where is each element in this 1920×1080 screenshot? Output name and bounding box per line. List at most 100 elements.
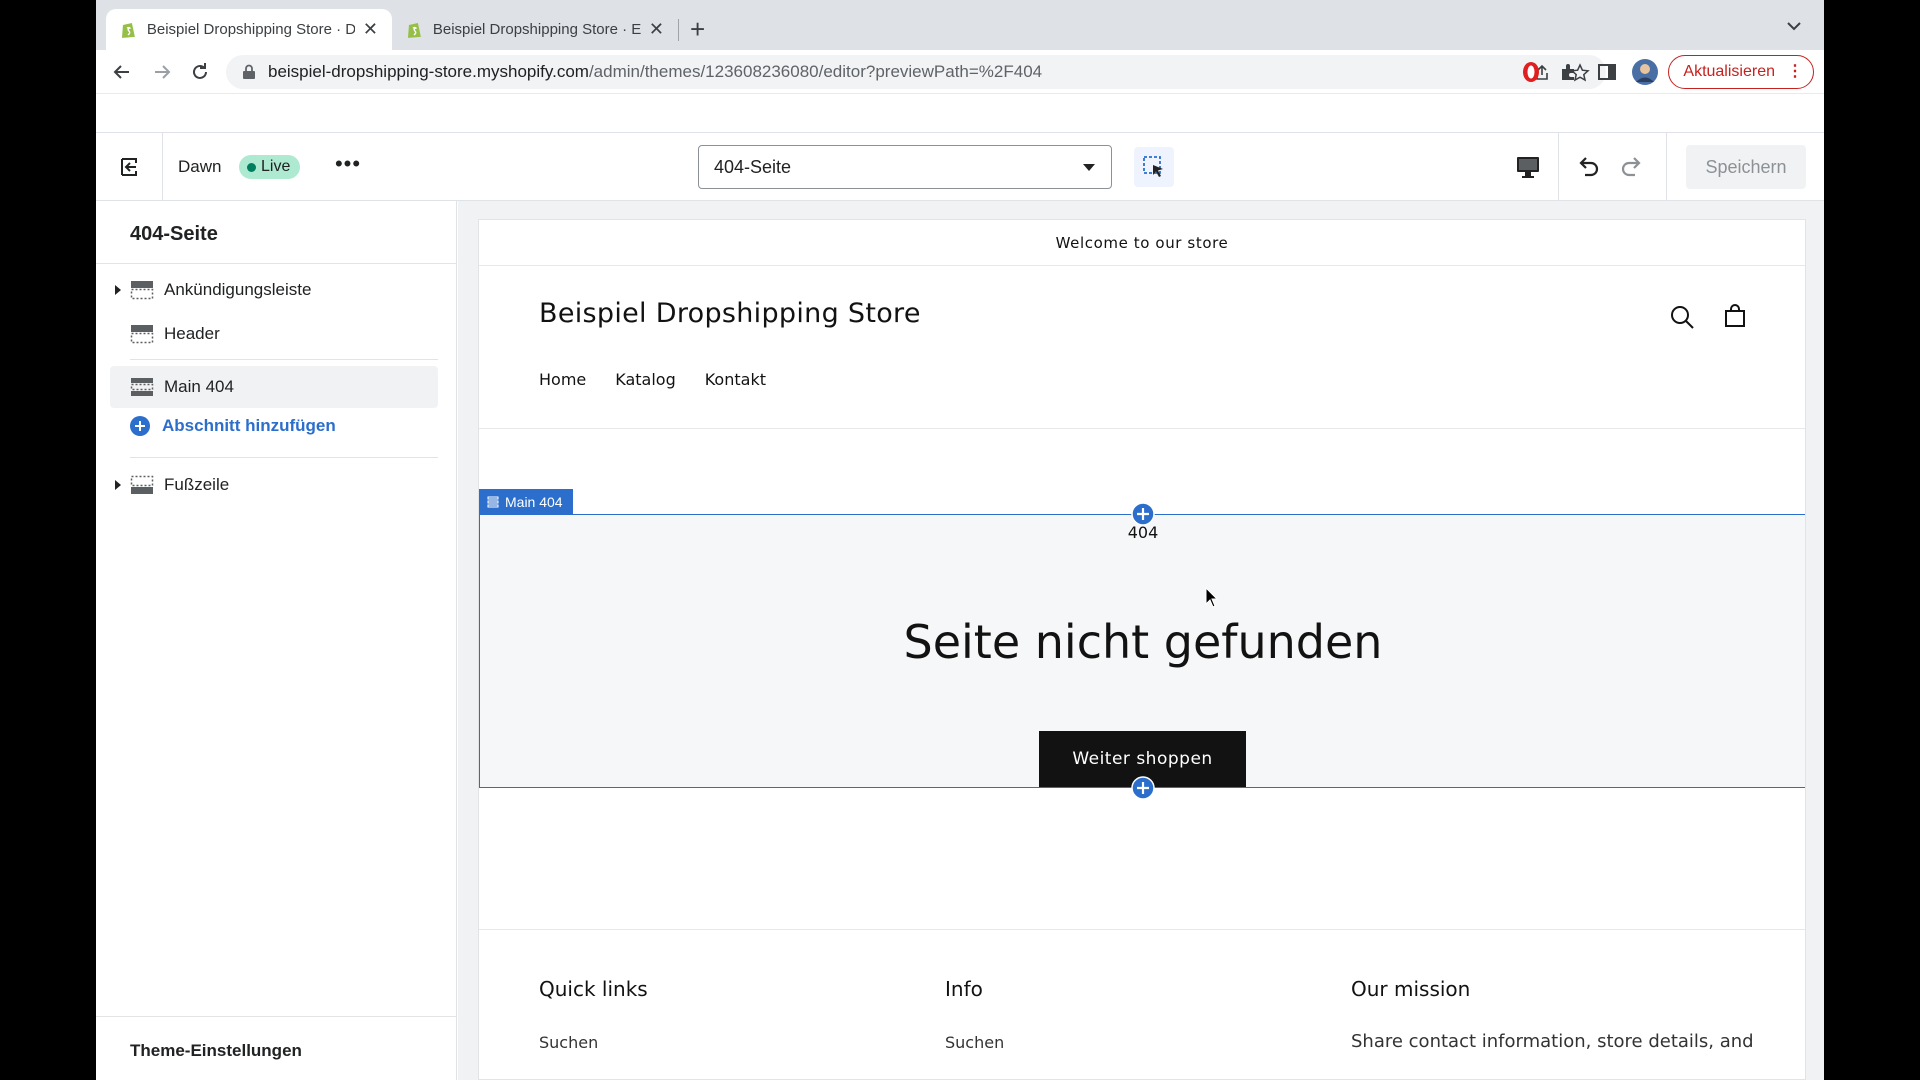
desktop-preview-icon[interactable] (1514, 153, 1542, 181)
tab-title: Beispiel Dropshipping Store · D (146, 21, 355, 38)
browser-tab[interactable]: Beispiel Dropshipping Store · E ✕ (392, 9, 678, 50)
more-actions-button[interactable]: ••• (332, 151, 364, 183)
section-item-header[interactable]: Header (110, 313, 438, 355)
group-divider (130, 359, 438, 360)
plus-circle-icon (130, 416, 150, 436)
browser-tab-active[interactable]: Beispiel Dropshipping Store · D ✕ (106, 9, 392, 50)
footer-divider (479, 929, 1805, 930)
forward-icon[interactable] (150, 60, 174, 84)
tab-separator (678, 19, 679, 41)
add-section-below-icon[interactable] (1131, 776, 1155, 800)
side-panel-icon[interactable] (1596, 61, 1618, 83)
theme-editor-topbar: Dawn Live ••• 404-Seite Speichern (96, 133, 1824, 201)
footer-mission-text: Share contact information, store details… (1351, 1031, 1754, 1052)
section-label: Main 404 (164, 377, 234, 396)
url-path: /admin/themes/123608236080/editor?previe… (588, 62, 1043, 81)
browser-toolbar: beispiel-dropshipping-store.myshopify.co… (96, 50, 1824, 94)
exit-editor-button[interactable] (96, 133, 163, 200)
footer-heading-mission: Our mission (1351, 977, 1471, 1001)
section-label-tag[interactable]: Main 404 (479, 489, 573, 515)
live-label: Live (261, 158, 291, 175)
sidebar-divider (96, 263, 457, 264)
update-button[interactable]: Aktualisieren ⋮ (1668, 55, 1814, 89)
nav-link-contact[interactable]: Kontakt (705, 370, 766, 389)
expand-arrow-icon[interactable] (110, 282, 126, 298)
profile-avatar[interactable] (1632, 59, 1658, 85)
section-item-main-404[interactable]: Main 404 (110, 366, 438, 408)
back-icon[interactable] (110, 60, 134, 84)
undo-icon[interactable] (1574, 153, 1602, 181)
arrow-spacer (110, 326, 126, 342)
tab-close-icon[interactable]: ✕ (649, 19, 664, 40)
redo-icon[interactable] (1618, 153, 1646, 181)
chevron-down-icon[interactable] (1784, 16, 1804, 36)
expand-arrow-icon[interactable] (110, 477, 126, 493)
update-label: Aktualisieren (1683, 63, 1775, 80)
exit-icon (121, 157, 137, 176)
footer-heading-info: Info (945, 977, 983, 1001)
not-found-heading: Seite nicht gefunden (903, 615, 1383, 669)
section-label: Ankündigungsleiste (164, 280, 312, 299)
caret-down-icon (1083, 164, 1095, 171)
store-logo-text[interactable]: Beispiel Dropshipping Store (539, 298, 921, 329)
add-section-above-icon[interactable] (1131, 502, 1155, 526)
footer-link-search[interactable]: Suchen (945, 1033, 1004, 1052)
main-404-section[interactable]: 404 Seite nicht gefunden Weiter shoppen (479, 514, 1805, 788)
extensions-puzzle-icon[interactable] (1558, 61, 1580, 83)
new-tab-icon[interactable]: + (690, 14, 705, 44)
browser-window: Beispiel Dropshipping Store · D ✕ Beispi… (96, 0, 1824, 1080)
group-divider (130, 457, 438, 458)
page-select-value: 404-Seite (714, 156, 792, 177)
inspector-toggle-button[interactable] (1134, 147, 1174, 187)
section-label: Fußzeile (164, 475, 230, 494)
sidebar-title: 404-Seite (130, 223, 218, 245)
section-item-announcement-bar[interactable]: Ankündigungsleiste (110, 269, 438, 311)
opera-extension-icon[interactable] (1520, 61, 1542, 83)
tab-strip: Beispiel Dropshipping Store · D ✕ Beispi… (96, 0, 1824, 50)
save-button[interactable]: Speichern (1686, 145, 1806, 189)
section-item-footer[interactable]: Fußzeile (110, 464, 438, 506)
toolbar-divider (1558, 133, 1559, 200)
lock-icon (243, 64, 255, 79)
footer-heading-quick-links: Quick links (539, 977, 648, 1001)
section-layout-icon (130, 281, 154, 300)
header-divider (479, 428, 1805, 429)
search-icon[interactable] (1669, 304, 1695, 330)
select-cursor-icon (1143, 156, 1163, 177)
live-status-badge: Live (239, 155, 301, 179)
status-dot (247, 162, 256, 172)
section-layout-icon (130, 378, 154, 396)
nav-link-home[interactable]: Home (539, 370, 586, 389)
kebab-menu-icon: ⋮ (1787, 63, 1803, 80)
mouse-cursor-icon (1205, 587, 1219, 608)
header-layout-icon (130, 325, 154, 344)
toolbar-divider (1666, 133, 1667, 200)
add-section-label: Abschnitt hinzufügen (162, 416, 336, 435)
preview-area: Welcome to our store Beispiel Dropshippi… (458, 201, 1824, 1080)
blank-strip (96, 95, 1824, 133)
theme-settings-tab[interactable]: Theme-Einstellungen (96, 1016, 457, 1080)
shopify-icon (121, 23, 135, 38)
tab-title: Beispiel Dropshipping Store · E (432, 21, 641, 38)
sections-sidebar: 404-Seite Ankündigungsleiste Header Main… (96, 201, 457, 1080)
section-tag-label: Main 404 (505, 494, 563, 510)
page-selector[interactable]: 404-Seite (698, 145, 1112, 189)
section-label: Header (164, 324, 220, 343)
theme-settings-label: Theme-Einstellungen (130, 1041, 302, 1060)
footer-link-search[interactable]: Suchen (539, 1033, 598, 1052)
footer-layout-icon (130, 475, 154, 494)
storefront-preview: Welcome to our store Beispiel Dropshippi… (478, 219, 1806, 1080)
theme-name: Dawn (178, 157, 222, 176)
address-bar[interactable]: beispiel-dropshipping-store.myshopify.co… (226, 55, 1606, 89)
announcement-bar[interactable]: Welcome to our store (479, 220, 1805, 266)
store-navigation: Home Katalog Kontakt (539, 370, 795, 389)
section-grid-icon (487, 496, 499, 508)
url-host: beispiel-dropshipping-store.myshopify.co… (268, 62, 589, 81)
reload-icon[interactable] (188, 60, 212, 84)
nav-link-catalog[interactable]: Katalog (615, 370, 675, 389)
tab-close-icon[interactable]: ✕ (363, 19, 378, 40)
shopify-icon (407, 23, 421, 38)
arrow-spacer (110, 379, 126, 395)
cart-icon[interactable] (1721, 302, 1749, 330)
add-section-button[interactable]: Abschnitt hinzufügen (130, 416, 336, 436)
